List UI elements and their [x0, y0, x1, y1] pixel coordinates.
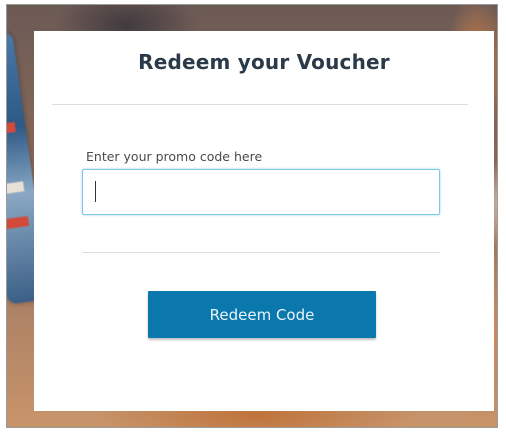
phone-screen-detail [7, 121, 17, 136]
phone-screen-detail [7, 181, 25, 195]
promo-code-label: Enter your promo code here [86, 149, 263, 164]
modal-title: Redeem your Voucher [138, 50, 390, 74]
redeem-voucher-modal: Redeem your Voucher Enter your promo cod… [34, 31, 494, 411]
redeem-code-button[interactable]: Redeem Code [148, 291, 376, 338]
phone-screen-detail [7, 215, 30, 230]
form-divider [82, 252, 440, 253]
promo-code-input[interactable] [82, 169, 440, 215]
screenshot-frame: Redeem your Voucher Enter your promo cod… [6, 4, 498, 428]
text-caret [95, 181, 96, 202]
title-divider [52, 104, 468, 105]
